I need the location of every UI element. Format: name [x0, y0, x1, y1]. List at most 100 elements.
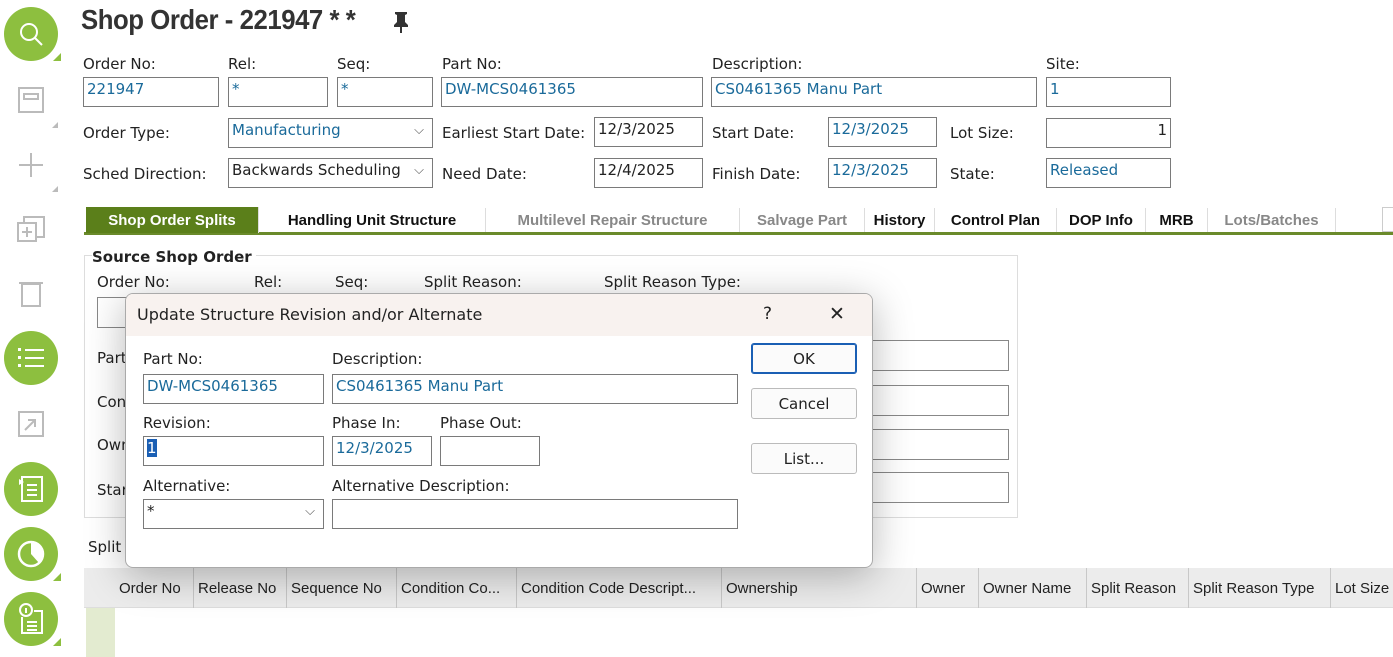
dialog-description-field[interactable]: CS0461365 Manu Part [332, 374, 738, 404]
info-button[interactable] [4, 592, 58, 646]
details-button[interactable] [4, 462, 58, 516]
sched-direction-value: Backwards Scheduling [232, 161, 401, 179]
order-type-label: Order Type: [83, 124, 170, 142]
column-owner[interactable]: Owner [917, 568, 979, 608]
alternative-description-label: Alternative Description: [332, 477, 510, 495]
chevron-down-icon: ⌵ [414, 123, 424, 138]
lot-size-field[interactable]: 1 [1046, 118, 1171, 148]
dialog-part-no-field[interactable]: DW-MCS0461365 [143, 374, 324, 404]
site-label: Site: [1046, 55, 1080, 73]
alternative-description-field[interactable] [332, 499, 738, 529]
duplicate-icon[interactable] [16, 215, 46, 245]
state-field[interactable]: Released [1046, 158, 1171, 188]
state-label: State: [950, 165, 995, 183]
column-condition-code[interactable]: Condition Co... [397, 568, 517, 608]
tab-control-plan[interactable]: Control Plan [935, 208, 1057, 232]
tab-shop-order-splits[interactable]: Shop Order Splits [86, 207, 259, 233]
source-field[interactable] [860, 472, 1009, 503]
info-document-icon [19, 603, 43, 634]
order-type-select[interactable]: Manufacturing ⌵ [228, 118, 433, 148]
part-no-label: Part No: [442, 55, 502, 73]
sched-direction-label: Sched Direction: [83, 165, 207, 183]
column-lot-size[interactable]: Lot Size [1331, 568, 1393, 608]
rel-label: Rel: [228, 55, 257, 73]
source-field[interactable] [860, 385, 1009, 416]
open-link-icon[interactable] [16, 409, 46, 439]
source-rel-label: Rel: [254, 273, 283, 291]
rel-field[interactable]: * [228, 77, 328, 107]
need-date-field[interactable]: 12/4/2025 [594, 158, 703, 188]
chevron-down-icon: ⌵ [414, 163, 424, 178]
split-label: Split [88, 538, 122, 556]
save-icon[interactable] [16, 85, 46, 115]
need-date-label: Need Date: [442, 165, 527, 183]
finish-date-label: Finish Date: [712, 165, 801, 183]
description-field[interactable]: CS0461365 Manu Part [711, 77, 1037, 107]
split-reason-label: Split Reason: [424, 273, 522, 291]
site-field[interactable]: 1 [1046, 77, 1171, 107]
lot-size-label: Lot Size: [950, 124, 1014, 142]
column-order-no[interactable]: Order No [115, 568, 194, 608]
phase-out-field[interactable] [440, 436, 540, 466]
close-button[interactable]: ✕ [829, 303, 845, 325]
sched-direction-select[interactable]: Backwards Scheduling ⌵ [228, 158, 433, 188]
alternative-value: * [147, 502, 155, 520]
source-shop-order-title: Source Shop Order [92, 248, 256, 266]
revision-label: Revision: [143, 414, 211, 432]
order-type-value: Manufacturing [232, 121, 341, 139]
alternative-label: Alternative: [143, 477, 231, 495]
column-split-reason-type[interactable]: Split Reason Type [1189, 568, 1331, 608]
row-selector[interactable] [86, 608, 115, 657]
column-condition-code-description[interactable]: Condition Code Descript... [517, 568, 722, 608]
dialog-description-label: Description: [332, 350, 423, 368]
list-icon [18, 348, 44, 367]
seq-field[interactable]: * [337, 77, 433, 107]
alternative-select[interactable]: * ⌵ [143, 499, 324, 529]
source-part-label: Part [97, 349, 127, 367]
source-order-no-label: Order No: [97, 273, 170, 291]
column-owner-name[interactable]: Owner Name [979, 568, 1087, 608]
order-no-label: Order No: [83, 55, 156, 73]
list-button[interactable]: List... [751, 443, 857, 474]
search-icon [20, 23, 43, 46]
seq-label: Seq: [337, 55, 371, 73]
tab-multilevel-repair-structure[interactable]: Multilevel Repair Structure [486, 208, 740, 232]
column-release-no[interactable]: Release No [194, 568, 287, 608]
dialog-part-no-label: Part No: [143, 350, 203, 368]
tab-lots-batches[interactable]: Lots/Batches [1208, 208, 1336, 232]
earliest-start-label: Earliest Start Date: [442, 124, 586, 142]
help-button[interactable]: ? [763, 304, 772, 324]
search-button[interactable] [4, 7, 58, 61]
pin-icon[interactable] [392, 10, 410, 38]
tab-scroll-button[interactable] [1382, 207, 1393, 232]
delete-icon[interactable] [16, 278, 46, 308]
source-field[interactable] [860, 340, 1009, 371]
add-icon[interactable] [16, 150, 46, 180]
tab-dop-info[interactable]: DOP Info [1057, 208, 1146, 232]
start-date-field[interactable]: 12/3/2025 [828, 117, 937, 147]
list-button[interactable] [4, 331, 58, 385]
earliest-start-field[interactable]: 12/3/2025 [594, 117, 703, 147]
tab-salvage-part[interactable]: Salvage Part [740, 208, 865, 232]
source-start-label: Star [97, 481, 128, 499]
revision-field[interactable]: 1 [143, 436, 324, 466]
column-ownership[interactable]: Ownership [722, 568, 917, 608]
order-no-field[interactable]: 221947 [83, 77, 219, 107]
column-sequence-no[interactable]: Sequence No [287, 568, 397, 608]
finish-date-field[interactable]: 12/3/2025 [828, 158, 937, 188]
page-title: Shop Order - 221947 * * [81, 4, 356, 35]
ok-button[interactable]: OK [751, 343, 857, 374]
column-split-reason[interactable]: Split Reason [1087, 568, 1189, 608]
tab-history[interactable]: History [865, 208, 935, 232]
phase-in-field[interactable]: 12/3/2025 [332, 436, 432, 466]
tab-handling-unit-structure[interactable]: Handling Unit Structure [259, 208, 486, 232]
cancel-button[interactable]: Cancel [751, 388, 857, 419]
description-label: Description: [712, 55, 803, 73]
phase-in-label: Phase In: [332, 414, 401, 432]
pie-chart-icon [17, 540, 45, 568]
tab-mrb[interactable]: MRB [1146, 208, 1208, 232]
chart-button[interactable] [4, 527, 58, 581]
part-no-field[interactable]: DW-MCS0461365 [441, 77, 703, 107]
update-structure-dialog: Update Structure Revision and/or Alterna… [125, 293, 873, 568]
source-field[interactable] [860, 429, 1009, 460]
